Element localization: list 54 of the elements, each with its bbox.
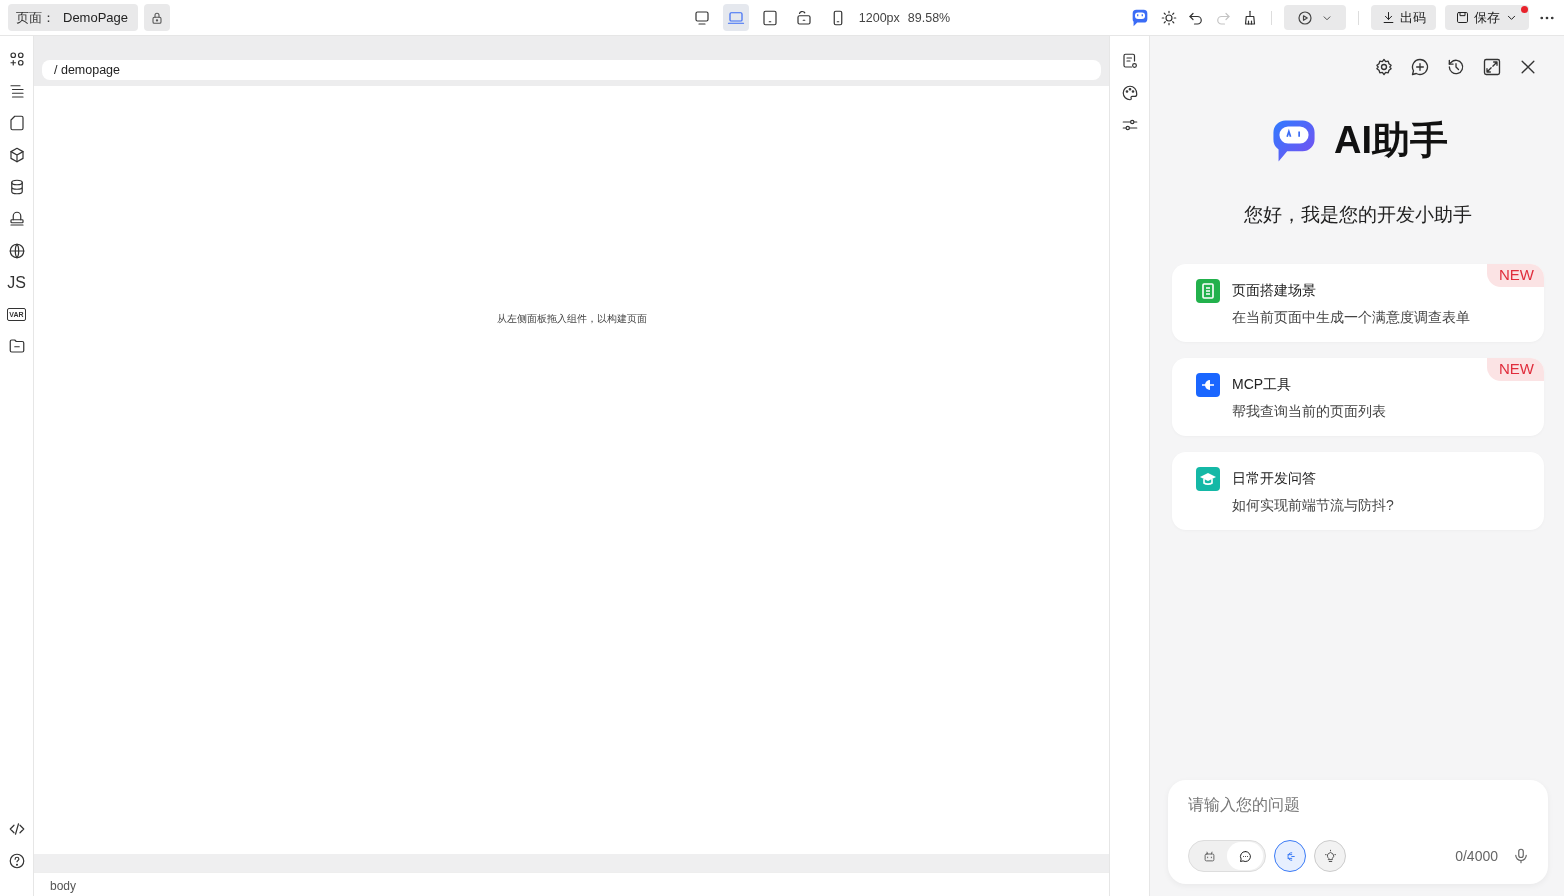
new-badge: NEW — [1487, 358, 1544, 381]
document-gear-icon[interactable] — [1120, 52, 1139, 70]
card-title: MCP工具 — [1232, 376, 1293, 394]
export-code-button[interactable]: 出码 — [1371, 5, 1436, 30]
plug-toggle[interactable] — [1274, 840, 1306, 872]
card-description: 如何实现前端节流与防抖? — [1232, 497, 1394, 515]
greeting-text: 您好，我是您的开发小助手 — [1243, 203, 1473, 227]
help-icon[interactable] — [7, 852, 26, 870]
chat-bubble-mode-button[interactable] — [1227, 842, 1263, 870]
card-title: 页面搭建场景 — [1232, 282, 1317, 300]
components-icon[interactable] — [7, 50, 26, 68]
assistant-title: AI助手 — [1334, 118, 1448, 163]
folder-icon[interactable] — [7, 337, 26, 355]
page-name: DemoPage — [63, 10, 129, 25]
canvas-hint: 从左侧面板拖入组件，以构建页面 — [496, 312, 647, 326]
js-tab[interactable]: JS — [7, 274, 26, 292]
monitor-icon — [692, 8, 711, 27]
suggestion-card[interactable]: MCP工具 帮我查询当前的页面列表 NEW — [1172, 358, 1544, 436]
play-icon — [1296, 8, 1314, 27]
chat-bubble-icon — [1237, 848, 1253, 864]
page-label: 页面： — [16, 8, 55, 27]
run-button[interactable] — [1284, 5, 1346, 30]
mode-switch[interactable] — [1188, 840, 1266, 872]
lightbulb-icon — [1322, 848, 1338, 864]
breadcrumb-bar: / demopage — [42, 60, 1101, 80]
card-description: 在当前页面中生成一个满意度调查表单 — [1232, 309, 1470, 327]
question-input[interactable]: 请输入您的问题 — [1188, 796, 1530, 814]
globe-icon[interactable] — [7, 242, 26, 260]
settings-icon[interactable] — [1374, 57, 1394, 77]
new-chat-icon[interactable] — [1410, 57, 1430, 77]
save-button[interactable]: 保存 — [1445, 5, 1529, 30]
page-icon[interactable] — [7, 114, 26, 132]
canvas-width: 1200px — [858, 10, 900, 25]
new-badge: NEW — [1487, 264, 1544, 287]
palette-icon[interactable] — [1120, 84, 1139, 102]
lightbulb-toggle[interactable] — [1314, 840, 1346, 872]
element-path[interactable]: body — [50, 879, 77, 893]
outline-icon[interactable] — [7, 82, 26, 100]
cube-icon[interactable] — [7, 146, 26, 164]
zoom-level: 89.58% — [907, 10, 951, 25]
code-icon[interactable] — [7, 820, 26, 838]
history-icon[interactable] — [1446, 57, 1466, 77]
tablet-icon — [760, 8, 779, 27]
microphone-icon[interactable] — [1512, 847, 1530, 865]
card-description: 帮我查询当前的页面列表 — [1232, 403, 1386, 421]
card-title: 日常开发问答 — [1232, 470, 1317, 488]
download-icon — [1381, 10, 1396, 25]
suggestion-card[interactable]: 日常开发问答 如何实现前端节流与防抖? — [1172, 452, 1544, 530]
lock-button[interactable] — [144, 4, 171, 31]
page-selector[interactable]: 页面： DemoPage — [8, 4, 139, 31]
expand-icon[interactable] — [1482, 57, 1502, 77]
character-counter: 0/4000 — [1455, 848, 1498, 864]
suggestion-card[interactable]: 页面搭建场景 在当前页面中生成一个满意度调查表单 NEW — [1172, 264, 1544, 342]
sun-icon[interactable] — [1160, 8, 1178, 27]
